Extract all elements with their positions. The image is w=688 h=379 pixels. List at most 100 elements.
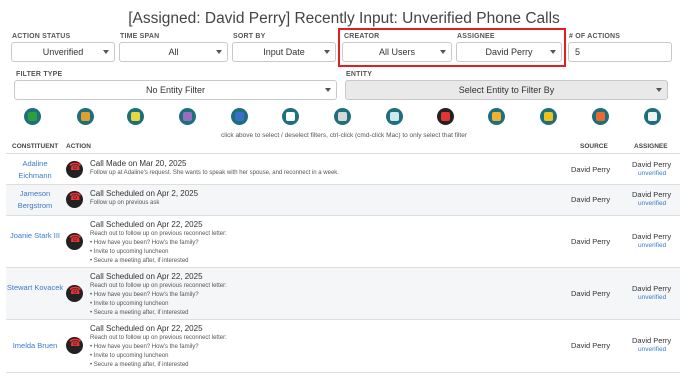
arrow-icon [596, 112, 605, 121]
sort-by-label: SORT BY [233, 33, 266, 40]
entity-label: ENTITY [346, 71, 373, 78]
action-description: Reach out to follow up on previous recon… [90, 334, 227, 370]
action-title[interactable]: Call Made on Mar 20, 2025 [90, 159, 187, 168]
chat-icon [492, 112, 501, 121]
unverified-link[interactable]: unverified [638, 346, 666, 353]
assignee-value: David Perry [632, 190, 672, 199]
assignee-value: David Perry [485, 47, 533, 57]
arrow-filter-toggle[interactable] [592, 108, 609, 125]
assignee-value: David Perry [632, 231, 672, 241]
chevron-down-icon [324, 50, 330, 54]
phone-icon [66, 232, 83, 250]
unverified-link[interactable]: unverified [638, 242, 666, 249]
description-line: • How have you been? How's the family? [90, 344, 199, 350]
description-line: • Secure a meeting after, if interested [90, 362, 189, 368]
purple-square-filter-toggle[interactable] [179, 108, 196, 125]
ticket-filter-toggle[interactable] [127, 108, 144, 125]
phone-icon [66, 191, 83, 208]
description-line: • How have you been? How's the family? [90, 240, 199, 246]
money-icon [81, 112, 90, 121]
chat-filter-toggle[interactable] [488, 108, 505, 125]
chevron-down-icon [550, 50, 556, 54]
action-description: Follow up on previous ask [90, 199, 159, 208]
table-row: Jameson Bergstrom Call Scheduled on Apr 2… [6, 185, 680, 215]
action-description: Follow up at Adaline's request. She want… [90, 169, 339, 178]
action-title[interactable]: Call Scheduled on Apr 22, 2025 [90, 324, 203, 333]
assignee-select[interactable]: David Perry [456, 42, 562, 62]
description-line: Reach out to follow up on previous recon… [90, 231, 227, 237]
pencil-icon [235, 112, 244, 121]
column-header-action: ACTION [66, 143, 91, 150]
phone-icon [66, 160, 83, 178]
chevron-down-icon [325, 88, 331, 92]
creator-value: All Users [378, 47, 415, 57]
entity-value: Select Entity to Filter By [458, 85, 555, 95]
unverified-link[interactable]: unverified [638, 294, 666, 301]
sort-by-value: Input Date [263, 47, 305, 57]
building-filter-toggle[interactable] [334, 108, 351, 125]
phone-filter-toggle[interactable] [437, 108, 454, 125]
constituent-link[interactable]: Adaline Eichmann [6, 158, 64, 182]
money-filter-toggle[interactable] [77, 108, 94, 125]
filter-type-label: FILTER TYPE [16, 71, 63, 78]
source-value: David Perry [571, 164, 611, 174]
action-description: Reach out to follow up on previous recon… [90, 230, 227, 266]
source-value: David Perry [571, 341, 611, 350]
table-row: Stewart Kovacek Call Scheduled on Apr 22,… [6, 268, 680, 319]
description-line: Reach out to follow up on previous recon… [90, 335, 227, 341]
description-line: • Secure a meeting after, if interested [90, 258, 189, 264]
unverified-link[interactable]: unverified [638, 200, 666, 207]
constituent-link[interactable]: Stewart Kovacek [6, 282, 64, 294]
assignee-value: David Perry [632, 283, 672, 293]
row-divider [6, 372, 680, 373]
green-square-filter-toggle[interactable] [24, 108, 41, 125]
filter-type-select[interactable]: No Entity Filter [14, 80, 337, 100]
action-type-filter-bar [0, 108, 688, 130]
description-line: Follow up on previous ask [90, 200, 160, 206]
num-actions-input[interactable]: 5 [568, 42, 672, 62]
action-status-select[interactable]: Unverified [11, 42, 115, 62]
time-span-select[interactable]: All [119, 42, 228, 62]
document-icon [648, 112, 657, 121]
paper-plane-filter-toggle[interactable] [282, 108, 299, 125]
green-square-icon [28, 112, 37, 121]
chevron-down-icon [656, 88, 662, 92]
creator-select[interactable]: All Users [342, 42, 452, 62]
chevron-down-icon [440, 50, 446, 54]
entity-select[interactable]: Select Entity to Filter By [345, 80, 668, 100]
globe-filter-toggle[interactable] [386, 108, 403, 125]
table-row: Imelda Bruen Call Scheduled on Apr 22, 20… [6, 320, 680, 372]
time-span-value: All [168, 47, 179, 57]
description-line: • Invite to upcoming luncheon [90, 301, 169, 307]
header-divider [6, 153, 680, 154]
action-title[interactable]: Call Scheduled on Apr 22, 2025 [90, 220, 203, 229]
people-filter-toggle[interactable] [540, 108, 557, 125]
page-title: [Assigned: David Perry] Recently Input: … [128, 10, 560, 27]
unverified-link[interactable]: unverified [638, 170, 666, 177]
assignee-label: ASSIGNEE [457, 33, 495, 40]
paper-plane-icon [286, 112, 295, 121]
action-title[interactable]: Call Scheduled on Apr 2, 2025 [90, 189, 198, 198]
building-icon [338, 112, 347, 121]
phone-icon [66, 337, 83, 354]
column-header-source: SOURCE [580, 143, 608, 150]
column-header-constituent: CONSTITUENT [12, 143, 59, 150]
description-line: • Invite to upcoming luncheon [90, 249, 169, 255]
chevron-down-icon [103, 50, 109, 54]
pencil-filter-toggle[interactable] [231, 108, 248, 125]
action-title[interactable]: Call Scheduled on Apr 22, 2025 [90, 272, 203, 281]
action-description: Reach out to follow up on previous recon… [90, 282, 227, 318]
description-line: Reach out to follow up on previous recon… [90, 283, 227, 289]
action-status-value: Unverified [42, 47, 84, 57]
sort-by-select[interactable]: Input Date [232, 42, 336, 62]
assignee-value: David Perry [632, 336, 672, 345]
chevron-down-icon [216, 50, 222, 54]
constituent-link[interactable]: Joanie Stark III [6, 230, 64, 242]
filter-hint: click above to select / deselect filters… [221, 132, 467, 139]
description-line: • Secure a meeting after, if interested [90, 310, 189, 316]
document-filter-toggle[interactable] [644, 108, 661, 125]
source-value: David Perry [571, 288, 611, 298]
constituent-link[interactable]: Jameson Bergstrom [6, 188, 64, 212]
people-icon [544, 112, 553, 121]
constituent-link[interactable]: Imelda Bruen [6, 340, 64, 352]
